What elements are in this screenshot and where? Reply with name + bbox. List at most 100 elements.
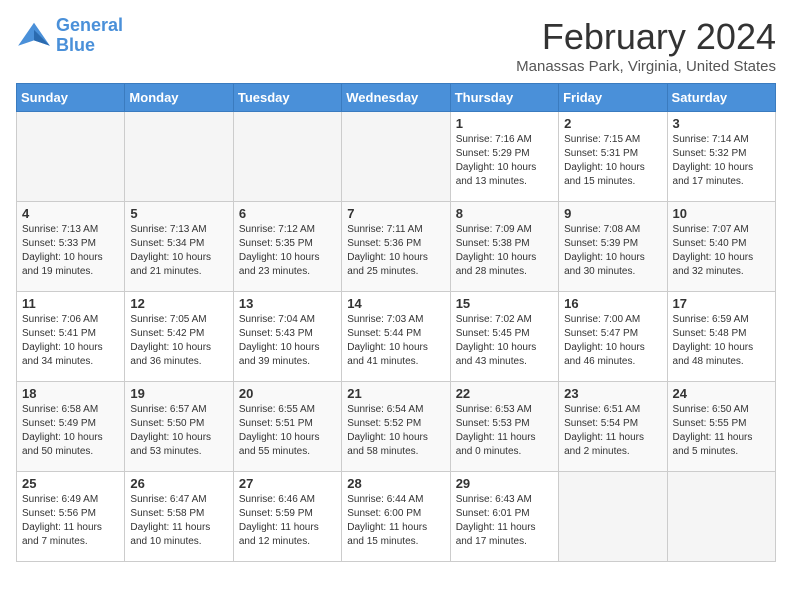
calendar-cell: 21 Sunrise: 6:54 AM Sunset: 5:52 PM Dayli… <box>342 382 450 472</box>
week-row-2: 4Sunrise: 7:13 AM Sunset: 5:33 PM Daylig… <box>17 202 776 292</box>
day-number: 19 <box>130 386 227 401</box>
calendar-cell: 13Sunrise: 7:04 AM Sunset: 5:43 PM Dayli… <box>233 292 341 382</box>
title-block: February 2024 Manassas Park, Virginia, U… <box>516 16 776 75</box>
day-info: Sunrise: 7:05 AM Sunset: 5:42 PM Dayligh… <box>130 313 227 369</box>
month-title: February 2024 <box>516 16 776 58</box>
day-info: Sunrise: 6:58 AM Sunset: 5:49 PM Dayligh… <box>22 403 119 459</box>
day-info: Sunrise: 7:13 AM Sunset: 5:34 PM Dayligh… <box>130 223 227 279</box>
calendar-cell: 9 Sunrise: 7:08 AM Sunset: 5:39 PM Daylig… <box>559 202 667 292</box>
calendar-cell: 17 Sunrise: 6:59 AM Sunset: 5:48 PM Dayli… <box>667 292 775 382</box>
logo: General Blue <box>16 16 123 56</box>
calendar-cell <box>233 112 341 202</box>
week-row-5: 25 Sunrise: 6:49 AM Sunset: 5:56 PM Dayli… <box>17 472 776 562</box>
calendar-cell: 7 Sunrise: 7:11 AM Sunset: 5:36 PM Daylig… <box>342 202 450 292</box>
day-number: 28 <box>347 476 444 491</box>
calendar-cell <box>125 112 233 202</box>
day-info: Sunrise: 7:12 AM Sunset: 5:35 PM Dayligh… <box>239 223 336 279</box>
day-info: Sunrise: 6:59 AM Sunset: 5:48 PM Dayligh… <box>673 313 770 369</box>
day-number: 5 <box>130 206 227 221</box>
calendar-cell: 27 Sunrise: 6:46 AM Sunset: 5:59 PM Dayli… <box>233 472 341 562</box>
header-tuesday: Tuesday <box>233 84 341 112</box>
day-number: 26 <box>130 476 227 491</box>
calendar-cell: 18 Sunrise: 6:58 AM Sunset: 5:49 PM Dayli… <box>17 382 125 472</box>
day-number: 6 <box>239 206 336 221</box>
day-info: Sunrise: 7:08 AM Sunset: 5:39 PM Dayligh… <box>564 223 661 279</box>
day-number: 22 <box>456 386 553 401</box>
day-number: 9 <box>564 206 661 221</box>
day-number: 24 <box>673 386 770 401</box>
calendar-cell: 8 Sunrise: 7:09 AM Sunset: 5:38 PM Daylig… <box>450 202 558 292</box>
header-saturday: Saturday <box>667 84 775 112</box>
day-number: 16 <box>564 296 661 311</box>
week-row-4: 18 Sunrise: 6:58 AM Sunset: 5:49 PM Dayli… <box>17 382 776 472</box>
calendar-cell: 11Sunrise: 7:06 AM Sunset: 5:41 PM Dayli… <box>17 292 125 382</box>
day-info: Sunrise: 7:11 AM Sunset: 5:36 PM Dayligh… <box>347 223 444 279</box>
day-info: Sunrise: 6:55 AM Sunset: 5:51 PM Dayligh… <box>239 403 336 459</box>
header-friday: Friday <box>559 84 667 112</box>
calendar-cell: 14Sunrise: 7:03 AM Sunset: 5:44 PM Dayli… <box>342 292 450 382</box>
page-header: General Blue February 2024 Manassas Park… <box>16 16 776 75</box>
header-monday: Monday <box>125 84 233 112</box>
calendar-cell <box>559 472 667 562</box>
day-number: 17 <box>673 296 770 311</box>
day-number: 8 <box>456 206 553 221</box>
calendar-cell: 15Sunrise: 7:02 AM Sunset: 5:45 PM Dayli… <box>450 292 558 382</box>
week-row-3: 11Sunrise: 7:06 AM Sunset: 5:41 PM Dayli… <box>17 292 776 382</box>
day-number: 25 <box>22 476 119 491</box>
day-info: Sunrise: 6:51 AM Sunset: 5:54 PM Dayligh… <box>564 403 661 459</box>
calendar-cell: 20 Sunrise: 6:55 AM Sunset: 5:51 PM Dayli… <box>233 382 341 472</box>
day-number: 10 <box>673 206 770 221</box>
header-sunday: Sunday <box>17 84 125 112</box>
day-info: Sunrise: 6:47 AM Sunset: 5:58 PM Dayligh… <box>130 493 227 549</box>
calendar-cell <box>342 112 450 202</box>
day-number: 20 <box>239 386 336 401</box>
calendar-cell: 23 Sunrise: 6:51 AM Sunset: 5:54 PM Dayli… <box>559 382 667 472</box>
day-info: Sunrise: 6:50 AM Sunset: 5:55 PM Dayligh… <box>673 403 770 459</box>
day-number: 12 <box>130 296 227 311</box>
day-info: Sunrise: 7:07 AM Sunset: 5:40 PM Dayligh… <box>673 223 770 279</box>
day-number: 2 <box>564 116 661 131</box>
day-info: Sunrise: 7:02 AM Sunset: 5:45 PM Dayligh… <box>456 313 553 369</box>
day-number: 27 <box>239 476 336 491</box>
day-number: 1 <box>456 116 553 131</box>
day-info: Sunrise: 6:43 AM Sunset: 6:01 PM Dayligh… <box>456 493 553 549</box>
day-info: Sunrise: 6:49 AM Sunset: 5:56 PM Dayligh… <box>22 493 119 549</box>
calendar-cell: 25 Sunrise: 6:49 AM Sunset: 5:56 PM Dayli… <box>17 472 125 562</box>
day-info: Sunrise: 6:54 AM Sunset: 5:52 PM Dayligh… <box>347 403 444 459</box>
calendar-cell: 5 Sunrise: 7:13 AM Sunset: 5:34 PM Daylig… <box>125 202 233 292</box>
day-number: 14 <box>347 296 444 311</box>
calendar-cell: 16 Sunrise: 7:00 AM Sunset: 5:47 PM Dayli… <box>559 292 667 382</box>
day-number: 7 <box>347 206 444 221</box>
calendar-cell: 1 Sunrise: 7:16 AM Sunset: 5:29 PM Daylig… <box>450 112 558 202</box>
day-info: Sunrise: 6:46 AM Sunset: 5:59 PM Dayligh… <box>239 493 336 549</box>
day-info: Sunrise: 7:00 AM Sunset: 5:47 PM Dayligh… <box>564 313 661 369</box>
calendar-cell: 12 Sunrise: 7:05 AM Sunset: 5:42 PM Dayli… <box>125 292 233 382</box>
day-info: Sunrise: 7:13 AM Sunset: 5:33 PM Dayligh… <box>22 223 119 279</box>
calendar-cell: 22 Sunrise: 6:53 AM Sunset: 5:53 PM Dayli… <box>450 382 558 472</box>
day-info: Sunrise: 6:57 AM Sunset: 5:50 PM Dayligh… <box>130 403 227 459</box>
calendar-cell: 28 Sunrise: 6:44 AM Sunset: 6:00 PM Dayli… <box>342 472 450 562</box>
calendar-cell <box>667 472 775 562</box>
day-info: Sunrise: 7:09 AM Sunset: 5:38 PM Dayligh… <box>456 223 553 279</box>
calendar-cell: 26 Sunrise: 6:47 AM Sunset: 5:58 PM Dayli… <box>125 472 233 562</box>
calendar-cell: 10 Sunrise: 7:07 AM Sunset: 5:40 PM Dayli… <box>667 202 775 292</box>
day-number: 18 <box>22 386 119 401</box>
day-info: Sunrise: 7:16 AM Sunset: 5:29 PM Dayligh… <box>456 133 553 189</box>
header-thursday: Thursday <box>450 84 558 112</box>
calendar-cell: 19 Sunrise: 6:57 AM Sunset: 5:50 PM Dayli… <box>125 382 233 472</box>
day-info: Sunrise: 7:14 AM Sunset: 5:32 PM Dayligh… <box>673 133 770 189</box>
day-info: Sunrise: 7:04 AM Sunset: 5:43 PM Dayligh… <box>239 313 336 369</box>
calendar-cell: 6 Sunrise: 7:12 AM Sunset: 5:35 PM Daylig… <box>233 202 341 292</box>
day-number: 21 <box>347 386 444 401</box>
calendar-cell: 29Sunrise: 6:43 AM Sunset: 6:01 PM Dayli… <box>450 472 558 562</box>
calendar-table: SundayMondayTuesdayWednesdayThursdayFrid… <box>16 83 776 562</box>
day-info: Sunrise: 6:53 AM Sunset: 5:53 PM Dayligh… <box>456 403 553 459</box>
day-number: 23 <box>564 386 661 401</box>
calendar-cell: 2 Sunrise: 7:15 AM Sunset: 5:31 PM Daylig… <box>559 112 667 202</box>
calendar-cell: 3Sunrise: 7:14 AM Sunset: 5:32 PM Daylig… <box>667 112 775 202</box>
day-info: Sunrise: 7:15 AM Sunset: 5:31 PM Dayligh… <box>564 133 661 189</box>
day-info: Sunrise: 7:06 AM Sunset: 5:41 PM Dayligh… <box>22 313 119 369</box>
day-info: Sunrise: 6:44 AM Sunset: 6:00 PM Dayligh… <box>347 493 444 549</box>
header-wednesday: Wednesday <box>342 84 450 112</box>
calendar-header-row: SundayMondayTuesdayWednesdayThursdayFrid… <box>17 84 776 112</box>
